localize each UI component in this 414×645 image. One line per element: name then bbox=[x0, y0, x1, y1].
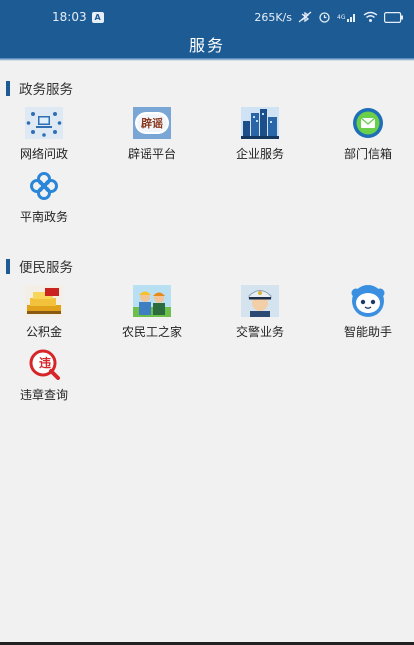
pinnan-logo-icon bbox=[25, 169, 63, 203]
grid-item-migrant-workers-home[interactable]: 农民工之家 bbox=[102, 284, 202, 340]
city-buildings-icon bbox=[241, 106, 279, 140]
robot-assistant-icon bbox=[349, 284, 387, 318]
signal-icon: 4G bbox=[337, 11, 357, 23]
header-divider bbox=[0, 58, 414, 61]
section-title: 政务服务 bbox=[19, 82, 73, 98]
computer-network-icon bbox=[25, 106, 63, 140]
section-accent-bar bbox=[6, 258, 10, 274]
status-time-group: 18:03 A bbox=[52, 10, 104, 24]
item-label: 智能助手 bbox=[343, 325, 392, 339]
item-label: 网络问政 bbox=[19, 147, 68, 161]
mail-icon bbox=[349, 106, 387, 140]
grid-item-online-inquiry[interactable]: 网络问政 bbox=[0, 106, 94, 162]
notification-a-icon: A bbox=[91, 11, 104, 23]
grid-item-pingnan-government[interactable]: 平南政务 bbox=[0, 169, 94, 225]
section-accent-bar bbox=[6, 80, 10, 96]
battery-icon bbox=[384, 11, 404, 23]
item-label: 辟谣平台 bbox=[127, 147, 176, 161]
grid-item-department-mailbox[interactable]: 部门信箱 bbox=[318, 106, 414, 162]
migrant-workers-icon bbox=[133, 284, 171, 318]
section-header-government: 政务服务 bbox=[6, 79, 73, 98]
housing-fund-icon bbox=[25, 284, 63, 318]
item-label: 部门信箱 bbox=[343, 147, 392, 161]
app-header: 服务 bbox=[0, 34, 414, 58]
alarm-icon bbox=[318, 11, 331, 23]
page-title: 服务 bbox=[188, 36, 225, 55]
grid-item-traffic-police[interactable]: 交警业务 bbox=[210, 284, 310, 340]
rumor-icon-text: 辟谣 bbox=[141, 117, 163, 130]
section-header-convenience: 便民服务 bbox=[6, 257, 73, 276]
violation-icon-text: 违 bbox=[38, 356, 51, 370]
item-label: 违章查询 bbox=[19, 388, 68, 402]
wifi-icon bbox=[363, 11, 378, 23]
grid-item-smart-assistant[interactable]: 智能助手 bbox=[318, 284, 414, 340]
traffic-police-icon bbox=[241, 284, 279, 318]
svg-text:4G: 4G bbox=[337, 14, 346, 21]
item-label: 农民工之家 bbox=[121, 325, 182, 339]
status-bar: 18:03 A 265K/s 4G bbox=[0, 0, 414, 34]
item-label: 交警业务 bbox=[235, 325, 284, 339]
status-time: 18:03 bbox=[52, 10, 87, 24]
section-title: 便民服务 bbox=[19, 260, 73, 276]
grid-item-enterprise-service[interactable]: 企业服务 bbox=[210, 106, 310, 162]
grid-item-housing-fund[interactable]: 公积金 bbox=[0, 284, 94, 340]
status-right-group: 265K/s 4G bbox=[254, 11, 404, 24]
item-label: 企业服务 bbox=[235, 147, 284, 161]
item-label: 公积金 bbox=[25, 325, 62, 339]
network-speed: 265K/s bbox=[254, 10, 292, 24]
item-label: 平南政务 bbox=[19, 210, 68, 224]
bluetooth-off-icon bbox=[298, 11, 312, 23]
